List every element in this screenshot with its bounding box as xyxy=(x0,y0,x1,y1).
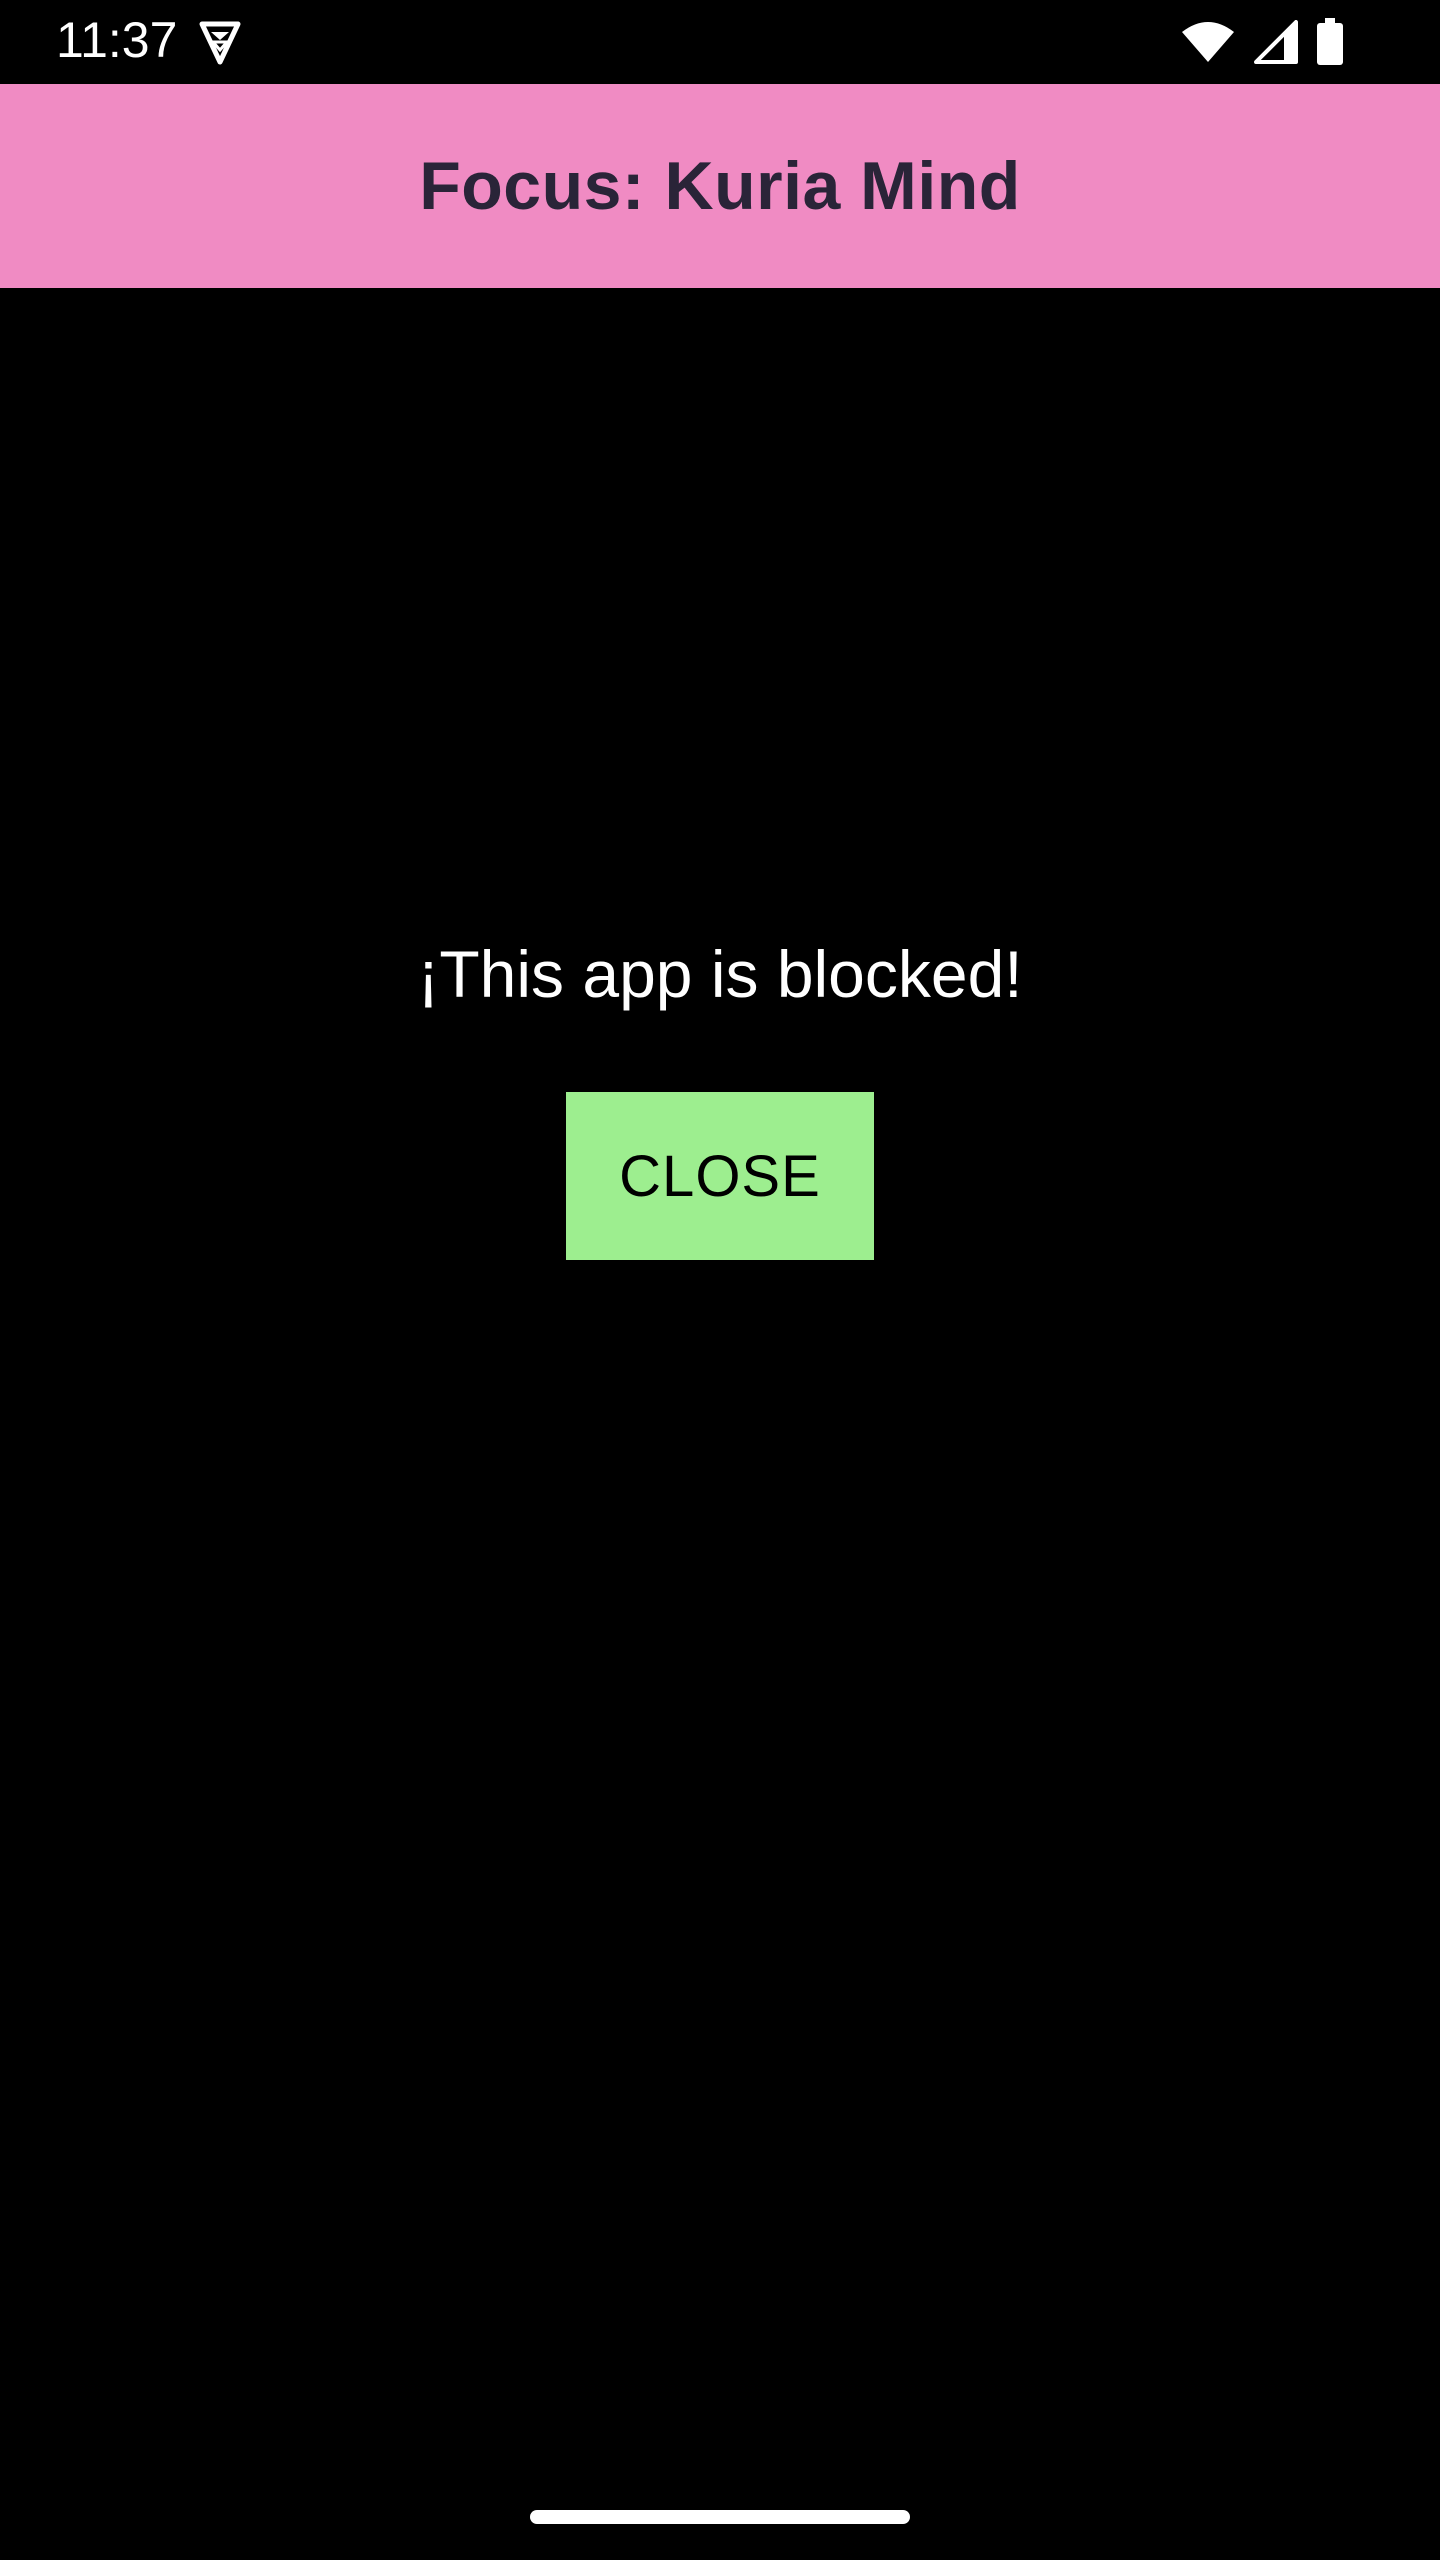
close-button[interactable]: CLOSE xyxy=(566,1092,874,1260)
home-gesture-handle[interactable] xyxy=(530,2510,910,2524)
battery-icon xyxy=(1316,18,1344,66)
status-time: 11:37 xyxy=(56,12,178,68)
app-title: Focus: Kuria Mind xyxy=(419,148,1021,224)
cellular-signal-icon xyxy=(1254,20,1298,64)
status-icons xyxy=(1180,16,1344,68)
app-bar: Focus: Kuria Mind xyxy=(0,84,1440,288)
wifi-icon xyxy=(1180,20,1236,64)
shield-icon xyxy=(196,18,244,66)
blocked-message: ¡This app is blocked! xyxy=(417,937,1023,1011)
status-bar: 11:37 xyxy=(0,0,1440,84)
blocked-screen xyxy=(0,288,1440,2560)
